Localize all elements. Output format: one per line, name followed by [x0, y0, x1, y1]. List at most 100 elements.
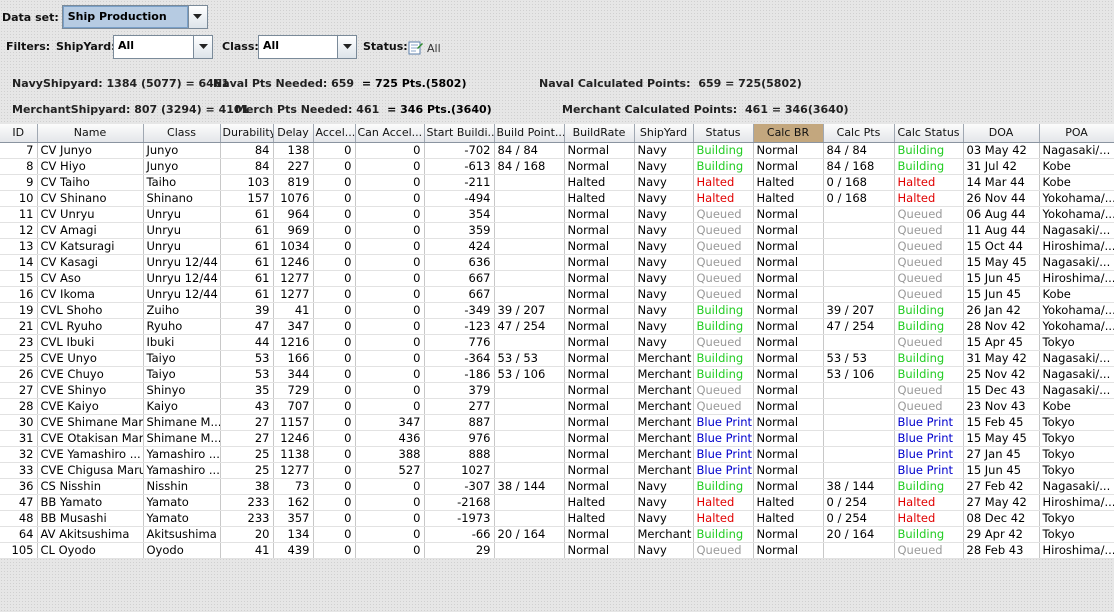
table-row[interactable]: 9 CV Taiho Taiho 103 819 0 0 -211 Halted Navy Halt…	[0, 174, 1114, 191]
chevron-down-icon[interactable]	[337, 36, 356, 58]
table-row[interactable]: 48 BB Musashi Yamato 233 357 0 0 -1973 Halted Nav…	[0, 510, 1114, 527]
cell-build-points: 53 / 106	[494, 366, 565, 383]
cell-status: Building	[693, 158, 754, 175]
naval-calc-value: 659 = 725(5802)	[698, 77, 802, 90]
column-header-id[interactable]: ID	[0, 124, 38, 143]
column-header-build-points[interactable]: Build Point...	[494, 124, 565, 143]
table-row[interactable]: 27 CVE Shinyo Shinyo 35 729 0 0 379 Normal Mercha…	[0, 382, 1114, 399]
table-row[interactable]: 23 CVL Ibuki Ibuki 44 1216 0 0 776 Normal Navy Que…	[0, 334, 1114, 351]
production-table: ID Name Class Durability Delay Accel... …	[0, 124, 1114, 559]
table-row[interactable]: 16 CV Ikoma Unryu 12/44 61 1277 0 0 667 Normal Na…	[0, 286, 1114, 303]
column-header-class[interactable]: Class	[143, 124, 221, 143]
column-header-build-rate[interactable]: BuildRate	[564, 124, 635, 143]
table-row[interactable]: 7 CV Junyo Junyo 84 138 0 0 -702 84 / 84 Normal Na…	[0, 142, 1114, 159]
cell-build-rate: Normal	[564, 398, 635, 415]
column-header-calc-status[interactable]: Calc Status	[894, 124, 964, 143]
cell-name: CV Ikoma	[37, 286, 144, 303]
table-row[interactable]: 28 CVE Kaiyo Kaiyo 43 707 0 0 277 Normal Merchant…	[0, 398, 1114, 415]
column-header-start-building[interactable]: Start Buildi...	[424, 124, 495, 143]
cell-build-rate: Normal	[564, 526, 635, 543]
table-row[interactable]: 12 CV Amagi Unryu 61 969 0 0 359 Normal Navy Queue…	[0, 222, 1114, 239]
table-row[interactable]: 26 CVE Chuyo Taiyo 53 344 0 0 -186 53 / 106 Norma…	[0, 366, 1114, 383]
cell-class: Junyo	[143, 158, 221, 175]
table-row[interactable]: 105 CL Oyodo Oyodo 41 439 0 0 29 Normal Navy Queue…	[0, 542, 1114, 559]
table-row[interactable]: 11 CV Unryu Unryu 61 964 0 0 354 Normal Navy Queue…	[0, 206, 1114, 223]
cell-build-rate: Normal	[564, 334, 635, 351]
column-header-calc-br[interactable]: Calc BR	[753, 124, 824, 143]
cell-accel: 0	[313, 238, 356, 255]
table-row[interactable]: 36 CS Nisshin Nisshin 38 73 0 0 -307 38 / 144 Nor…	[0, 478, 1114, 495]
cell-calc-pts: 47 / 254	[823, 318, 895, 335]
cell-build-points	[494, 446, 565, 463]
class-select[interactable]: All	[258, 35, 357, 59]
cell-accel: 0	[313, 302, 356, 319]
chevron-down-icon[interactable]	[193, 36, 212, 58]
cell-name: CVE Chigusa Maru	[37, 462, 144, 479]
cell-calc-br: Normal	[753, 526, 824, 543]
table-row[interactable]: 19 CVL Shoho Zuiho 39 41 0 0 -349 39 / 207 Normal…	[0, 302, 1114, 319]
table-row[interactable]: 30 CVE Shimane Maru Shimane M... 27 1157 0 347…	[0, 414, 1114, 431]
cell-poa: Hiroshima/...	[1039, 542, 1114, 559]
cell-calc-status: Building	[894, 142, 964, 159]
cell-build-points	[494, 510, 565, 527]
cell-poa: Nagasaki/...	[1039, 222, 1114, 239]
cell-status: Blue Print	[693, 430, 754, 447]
chevron-down-icon[interactable]	[187, 6, 207, 28]
cell-build-points	[494, 334, 565, 351]
cell-calc-pts	[823, 334, 895, 351]
table-row[interactable]: 8 CV Hiyo Junyo 84 227 0 0 -613 84 / 168 Normal Na…	[0, 158, 1114, 175]
table-row[interactable]: 25 CVE Unyo Taiyo 53 166 0 0 -364 53 / 53 Normal M…	[0, 350, 1114, 367]
cell-can-accel: 0	[355, 542, 425, 559]
cell-name: CVE Unyo	[37, 350, 144, 367]
column-header-delay[interactable]: Delay	[273, 124, 314, 143]
cell-class: Nisshin	[143, 478, 221, 495]
cell-calc-br: Normal	[753, 334, 824, 351]
status-filter-button[interactable]: All	[408, 39, 441, 58]
table-row[interactable]: 14 CV Kasagi Unryu 12/44 61 1246 0 0 636 Normal N…	[0, 254, 1114, 271]
cell-status: Building	[693, 478, 754, 495]
table-row[interactable]: 15 CV Aso Unryu 12/44 61 1277 0 0 667 Normal Navy…	[0, 270, 1114, 287]
cell-can-accel: 0	[355, 142, 425, 159]
cell-poa: Tokyo	[1039, 510, 1114, 527]
table-row[interactable]: 13 CV Katsuragi Unryu 61 1034 0 0 424 Normal Navy…	[0, 238, 1114, 255]
cell-shipyard: Merchant	[634, 526, 694, 543]
merch-needed-value: 461	[356, 103, 380, 116]
column-header-calc-pts[interactable]: Calc Pts	[823, 124, 895, 143]
cell-calc-pts	[823, 254, 895, 271]
cell-status: Blue Print	[693, 462, 754, 479]
table-row[interactable]: 21 CVL Ryuho Ryuho 47 347 0 0 -123 47 / 254 Norma…	[0, 318, 1114, 335]
cell-id: 105	[0, 542, 38, 559]
cell-id: 19	[0, 302, 38, 319]
cell-accel: 0	[313, 334, 356, 351]
shipyard-select[interactable]: All	[113, 35, 213, 59]
table-row[interactable]: 33 CVE Chigusa Maru Yamashiro ... 25 1277 0 52…	[0, 462, 1114, 479]
cell-delay: 729	[273, 382, 314, 399]
cell-can-accel: 0	[355, 158, 425, 175]
column-header-shipyard[interactable]: ShipYard	[634, 124, 694, 143]
column-header-doa[interactable]: DOA	[963, 124, 1040, 143]
column-header-poa[interactable]: POA	[1039, 124, 1114, 143]
table-row[interactable]: 47 BB Yamato Yamato 233 162 0 0 -2168 Halted Navy…	[0, 494, 1114, 511]
column-header-name[interactable]: Name	[37, 124, 144, 143]
cell-delay: 819	[273, 174, 314, 191]
cell-id: 14	[0, 254, 38, 271]
table-row[interactable]: 31 CVE Otakisan Maru Shimane M... 27 1246 0 43…	[0, 430, 1114, 447]
cell-id: 15	[0, 270, 38, 287]
column-header-status[interactable]: Status	[693, 124, 754, 143]
cell-id: 28	[0, 398, 38, 415]
column-header-durability[interactable]: Durability	[220, 124, 274, 143]
column-header-can-accel[interactable]: Can Accel...	[355, 124, 425, 143]
cell-start-building: -364	[424, 350, 495, 367]
column-header-accel[interactable]: Accel...	[313, 124, 356, 143]
cell-shipyard: Navy	[634, 270, 694, 287]
cell-delay: 1277	[273, 286, 314, 303]
class-label: Class:	[222, 40, 259, 53]
table-row[interactable]: 10 CV Shinano Shinano 157 1076 0 0 -494 Halted Na…	[0, 190, 1114, 207]
dataset-select[interactable]: Ship Production	[61, 5, 208, 29]
cell-accel: 0	[313, 430, 356, 447]
table-row[interactable]: 32 CVE Yamashiro ... Yamashiro ... 25 1138 0 3…	[0, 446, 1114, 463]
cell-doa: 15 Jun 45	[963, 270, 1040, 287]
cell-status: Building	[693, 302, 754, 319]
table-row[interactable]: 64 AV Akitsushima Akitsushima 20 134 0 0 -66 20 …	[0, 526, 1114, 543]
cell-build-rate: Normal	[564, 446, 635, 463]
